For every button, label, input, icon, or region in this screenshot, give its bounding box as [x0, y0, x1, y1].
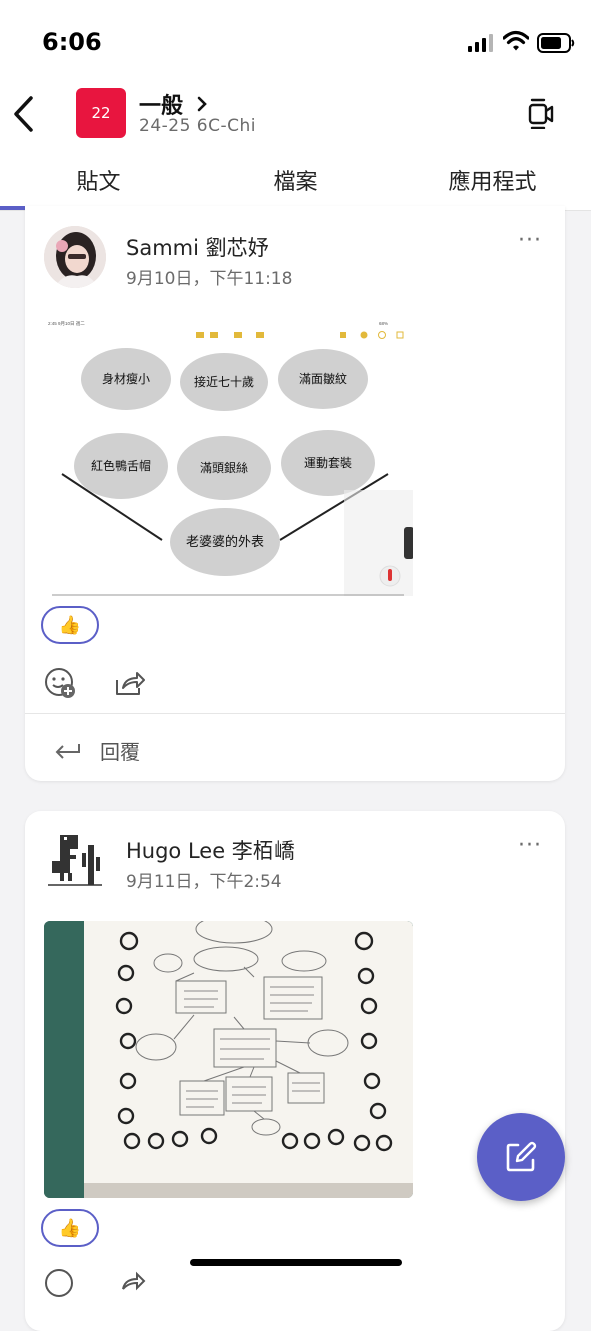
mind-map-node: 紅色鴨舌帽	[91, 458, 151, 473]
author-name[interactable]: Sammi 劉芯妤	[126, 232, 269, 262]
mind-map-image: 2:45 9月10日 週二 68% 身材瘦小 接近七十歲 滿面皺紋 紅色鴨舌帽 …	[44, 314, 413, 598]
mind-map-node: 運動套裝	[304, 456, 352, 470]
more-options-icon[interactable]: ···	[518, 228, 542, 253]
tab-files[interactable]: 檔案	[197, 164, 394, 196]
mind-map-node: 滿面皺紋	[299, 372, 347, 386]
image-topbar-status: 68%	[379, 321, 388, 326]
image-topbar-text: 2:45 9月10日 週二	[48, 320, 85, 327]
author-avatar[interactable]	[44, 226, 106, 288]
author-avatar[interactable]	[44, 831, 106, 893]
avatar-photo	[44, 226, 106, 288]
share-icon[interactable]	[113, 666, 147, 700]
more-options-icon[interactable]: ···	[518, 833, 542, 858]
post-image[interactable]	[44, 921, 413, 1198]
video-call-icon[interactable]	[527, 97, 555, 129]
post-date: 9月10日，下午11:18	[126, 269, 293, 289]
status-time: 6:06	[42, 28, 102, 56]
mind-map-node: 接近七十歲	[194, 374, 254, 389]
like-reaction[interactable]: 👍	[41, 606, 99, 644]
share-icon[interactable]	[113, 1267, 147, 1301]
reply-arrow-icon[interactable]	[53, 738, 81, 762]
add-reaction-icon[interactable]	[43, 1267, 77, 1301]
home-indicator	[190, 1259, 402, 1266]
mind-map-node: 身材瘦小	[102, 371, 150, 386]
mind-map-node: 滿頭銀絲	[200, 460, 248, 475]
tab-bar: 貼文 檔案 應用程式	[0, 160, 591, 210]
post-card: Sammi 劉芯妤 9月10日，下午11:18 ··· 2:45 9月10日 週…	[25, 206, 565, 781]
compose-icon	[506, 1141, 537, 1172]
add-reaction-icon[interactable]	[43, 666, 77, 700]
back-arrow-icon[interactable]	[10, 94, 38, 134]
channel-header: 22 一般 24-25 6C-Chi 貼文 檔案 應用程式	[0, 80, 591, 211]
like-reaction[interactable]: 👍	[41, 1209, 99, 1247]
dinosaur-avatar	[48, 835, 102, 886]
compose-button[interactable]	[477, 1113, 565, 1201]
team-avatar[interactable]: 22	[76, 88, 126, 138]
reply-button[interactable]: 回覆	[100, 736, 140, 765]
wifi-icon	[503, 30, 529, 51]
mind-map-center: 老婆婆的外表	[186, 534, 264, 550]
post-image[interactable]: 2:45 9月10日 週二 68% 身材瘦小 接近七十歲 滿面皺紋 紅色鴨舌帽 …	[44, 314, 413, 598]
status-bar: 6:06	[0, 0, 591, 80]
tab-posts[interactable]: 貼文	[0, 164, 197, 196]
post-card: Hugo Lee 李栢嶠 9月11日，下午2:54 ··· 👍	[25, 811, 565, 1331]
chevron-right-icon[interactable]	[196, 96, 208, 112]
cellular-signal-icon	[468, 34, 493, 52]
tab-apps[interactable]: 應用程式	[394, 164, 591, 196]
post-date: 9月11日，下午2:54	[126, 872, 282, 892]
battery-icon	[537, 33, 575, 53]
post-divider	[25, 713, 565, 714]
author-name[interactable]: Hugo Lee 李栢嶠	[126, 835, 295, 865]
team-name: 24-25 6C-Chi	[139, 116, 256, 136]
handwritten-mind-map-image	[44, 921, 413, 1198]
